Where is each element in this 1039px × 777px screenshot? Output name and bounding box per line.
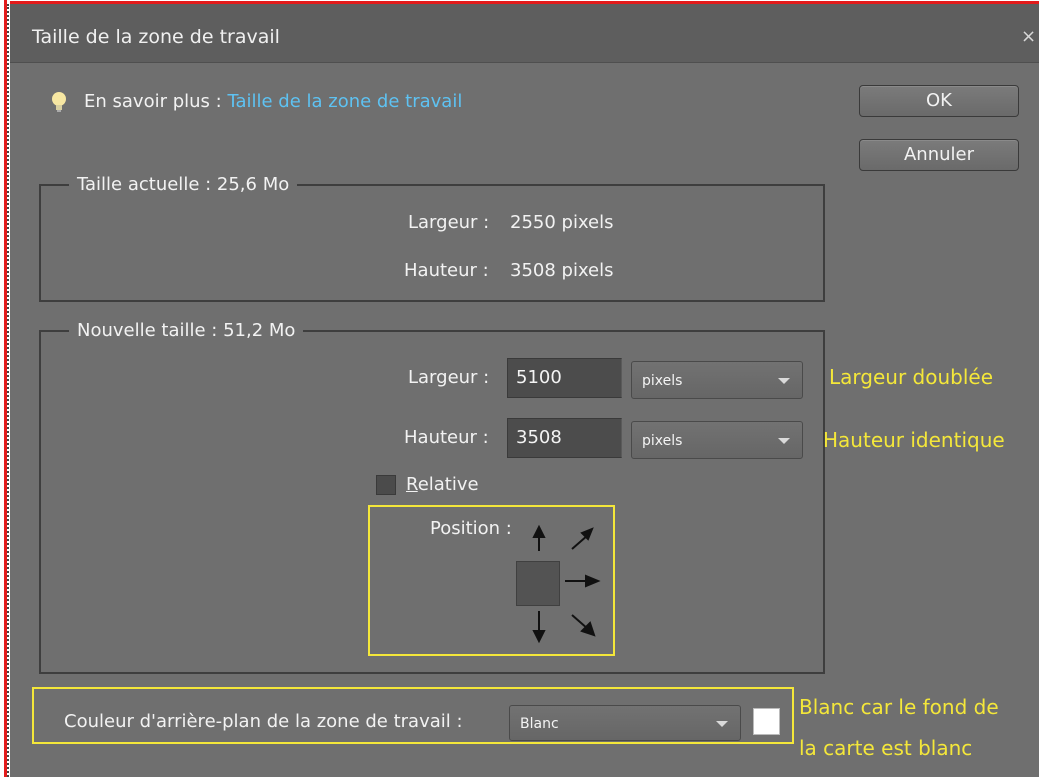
dialog-title: Taille de la zone de travail bbox=[32, 26, 280, 48]
width-unit-value: pixels bbox=[642, 373, 683, 389]
position-label: Position : bbox=[430, 518, 512, 539]
current-height-value: 3508 pixels bbox=[510, 260, 614, 281]
relative-label[interactable]: Relative bbox=[406, 474, 479, 495]
arrow-up-icon[interactable] bbox=[532, 524, 546, 551]
arrow-down-right-icon[interactable] bbox=[571, 614, 596, 637]
background-select[interactable]: Blanc bbox=[509, 705, 741, 741]
chevron-down-icon bbox=[716, 721, 728, 727]
learn-more-link[interactable]: Taille de la zone de travail bbox=[227, 91, 462, 112]
background-annotation-line1: Blanc car le fond de bbox=[799, 695, 999, 719]
chevron-down-icon bbox=[778, 438, 790, 444]
ok-button[interactable]: OK bbox=[859, 85, 1019, 117]
dotted-guide bbox=[7, 4, 9, 777]
new-width-label: Largeur : bbox=[408, 367, 490, 388]
chevron-down-icon bbox=[778, 378, 790, 384]
height-unit-select[interactable]: pixels bbox=[631, 421, 803, 459]
learn-more: En savoir plus : Taille de la zone de tr… bbox=[84, 91, 462, 112]
arrow-right-icon[interactable] bbox=[565, 574, 601, 588]
current-height-label: Hauteur : bbox=[404, 260, 489, 281]
background-value: Blanc bbox=[520, 716, 559, 732]
new-height-label: Hauteur : bbox=[404, 427, 489, 448]
current-width-value: 2550 pixels bbox=[510, 212, 614, 233]
current-size-legend: Taille actuelle : 25,6 Mo bbox=[69, 174, 298, 195]
relative-checkbox[interactable] bbox=[376, 475, 396, 495]
background-color-swatch[interactable] bbox=[753, 708, 780, 735]
height-annotation: Hauteur identique bbox=[823, 428, 1005, 452]
width-annotation: Largeur doublée bbox=[829, 365, 993, 389]
current-size-group bbox=[39, 184, 825, 302]
background-label: Couleur d'arrière-plan de la zone de tra… bbox=[64, 711, 463, 732]
width-unit-select[interactable]: pixels bbox=[631, 361, 803, 399]
current-width-label: Largeur : bbox=[408, 212, 490, 233]
arrow-up-right-icon[interactable] bbox=[571, 527, 594, 550]
dialog-titlebar[interactable]: Taille de la zone de travail × bbox=[10, 4, 1039, 63]
close-icon[interactable]: × bbox=[1021, 26, 1036, 47]
learn-more-label: En savoir plus : bbox=[84, 91, 222, 112]
new-width-input[interactable]: 5100 bbox=[507, 358, 622, 398]
lightbulb-icon bbox=[52, 92, 66, 112]
background-annotation-line2: la carte est blanc bbox=[799, 736, 973, 760]
anchor-arrows bbox=[532, 524, 601, 644]
cancel-button[interactable]: Annuler bbox=[859, 139, 1019, 171]
relative-label-rest: elative bbox=[417, 474, 479, 495]
new-height-input[interactable]: 3508 bbox=[507, 418, 622, 458]
height-unit-value: pixels bbox=[642, 433, 683, 449]
arrow-down-icon[interactable] bbox=[532, 611, 546, 644]
new-size-legend: Nouvelle taille : 51,2 Mo bbox=[69, 320, 304, 341]
